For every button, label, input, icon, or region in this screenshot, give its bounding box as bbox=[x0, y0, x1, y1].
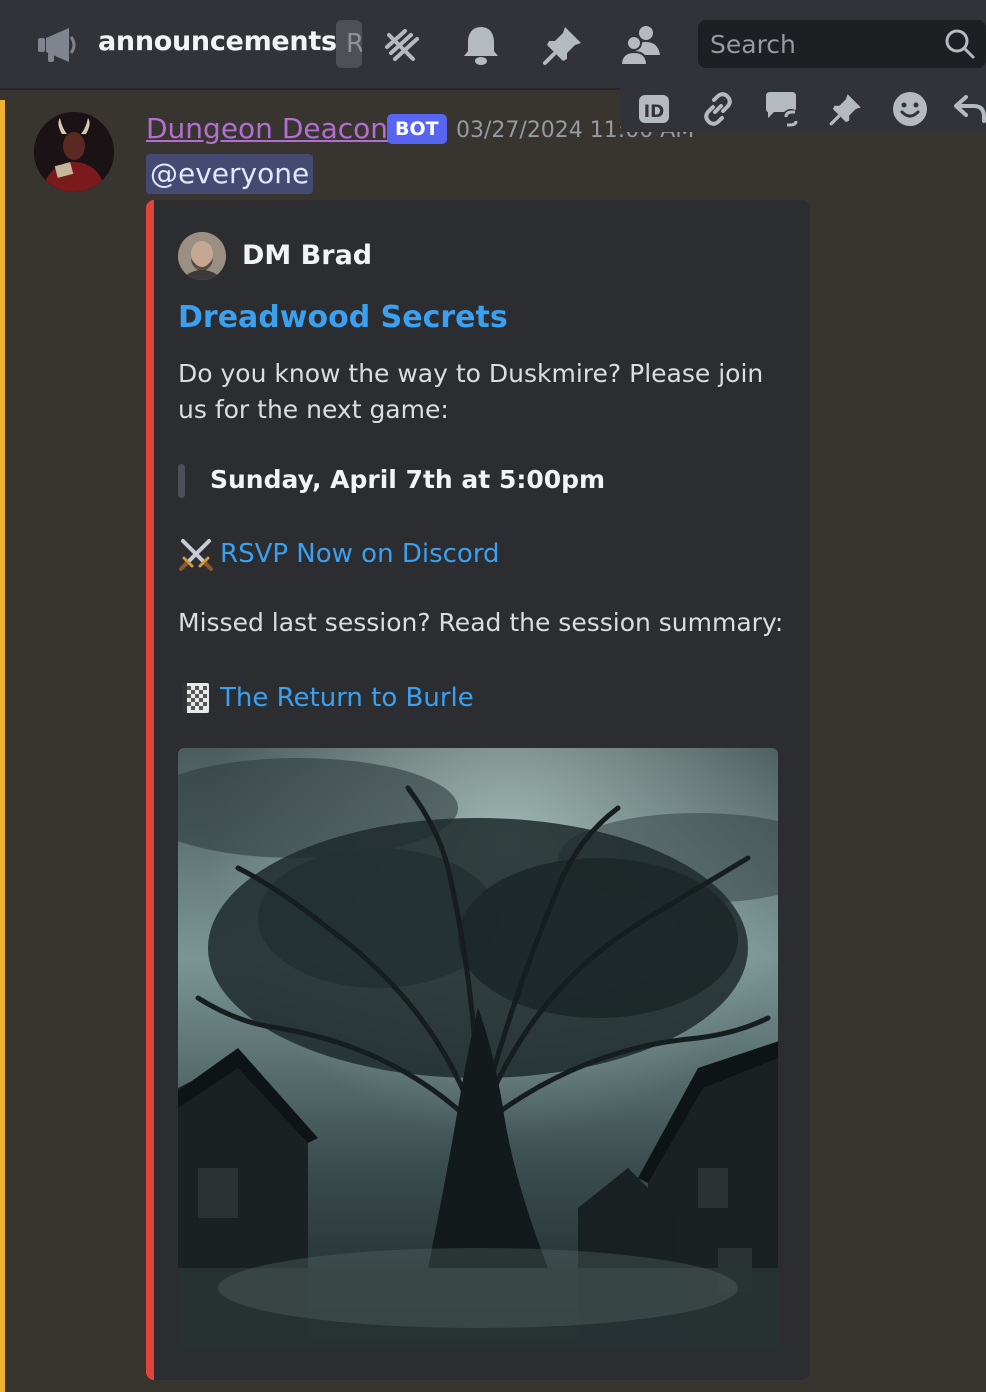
svg-text:ID: ID bbox=[644, 102, 664, 122]
members-icon[interactable] bbox=[618, 22, 664, 68]
avatar[interactable] bbox=[34, 112, 114, 192]
summary-row: The Return to Burle bbox=[178, 680, 474, 716]
session-date-quote: Sunday, April 7th at 5:00pm bbox=[210, 465, 606, 494]
embed-author-avatar[interactable] bbox=[178, 232, 226, 280]
embed-image[interactable] bbox=[178, 748, 778, 1348]
channel-topic[interactable]: R bbox=[336, 20, 362, 68]
embed-color-bar bbox=[146, 200, 154, 1380]
notebook-icon bbox=[178, 680, 214, 716]
reply-thread-icon[interactable] bbox=[762, 90, 802, 128]
pin-icon[interactable] bbox=[826, 90, 866, 128]
rsvp-link[interactable]: RSVP Now on Discord bbox=[220, 539, 500, 569]
search-icon bbox=[944, 28, 976, 64]
rsvp-row: RSVP Now on Discord bbox=[178, 536, 500, 572]
crossed-swords-icon bbox=[178, 536, 214, 572]
pin-icon[interactable] bbox=[540, 22, 586, 68]
threads-icon[interactable] bbox=[378, 22, 424, 68]
copy-id-icon[interactable]: ID bbox=[634, 90, 674, 128]
search-input[interactable]: Search bbox=[698, 20, 986, 68]
summary-prompt: Missed last session? Read the session su… bbox=[178, 608, 784, 637]
blockquote-bar bbox=[178, 464, 185, 498]
mention-highlight-bar bbox=[0, 100, 5, 1392]
embed-title-link[interactable]: Dreadwood Secrets bbox=[178, 300, 508, 335]
reply-icon[interactable] bbox=[950, 90, 986, 128]
bell-icon[interactable] bbox=[458, 22, 504, 68]
summary-link[interactable]: The Return to Burle bbox=[220, 683, 474, 713]
message-embed: DM Brad Dreadwood Secrets Do you know th… bbox=[146, 200, 810, 1380]
everyone-mention[interactable]: @everyone bbox=[146, 154, 314, 194]
message-author[interactable]: Dungeon Deacon bbox=[146, 112, 388, 145]
copy-link-icon[interactable] bbox=[698, 90, 738, 128]
megaphone-icon bbox=[34, 22, 80, 68]
message-actions-bar: ID bbox=[620, 86, 986, 132]
bot-tag: BOT bbox=[387, 114, 447, 144]
search-placeholder: Search bbox=[710, 30, 796, 59]
embed-description: Do you know the way to Duskmire? Please … bbox=[178, 359, 764, 424]
channel-name: announcements bbox=[98, 26, 337, 57]
channel-header: announcements R Search bbox=[0, 0, 986, 90]
reaction-icon[interactable] bbox=[890, 90, 930, 128]
embed-author-name[interactable]: DM Brad bbox=[242, 240, 372, 271]
